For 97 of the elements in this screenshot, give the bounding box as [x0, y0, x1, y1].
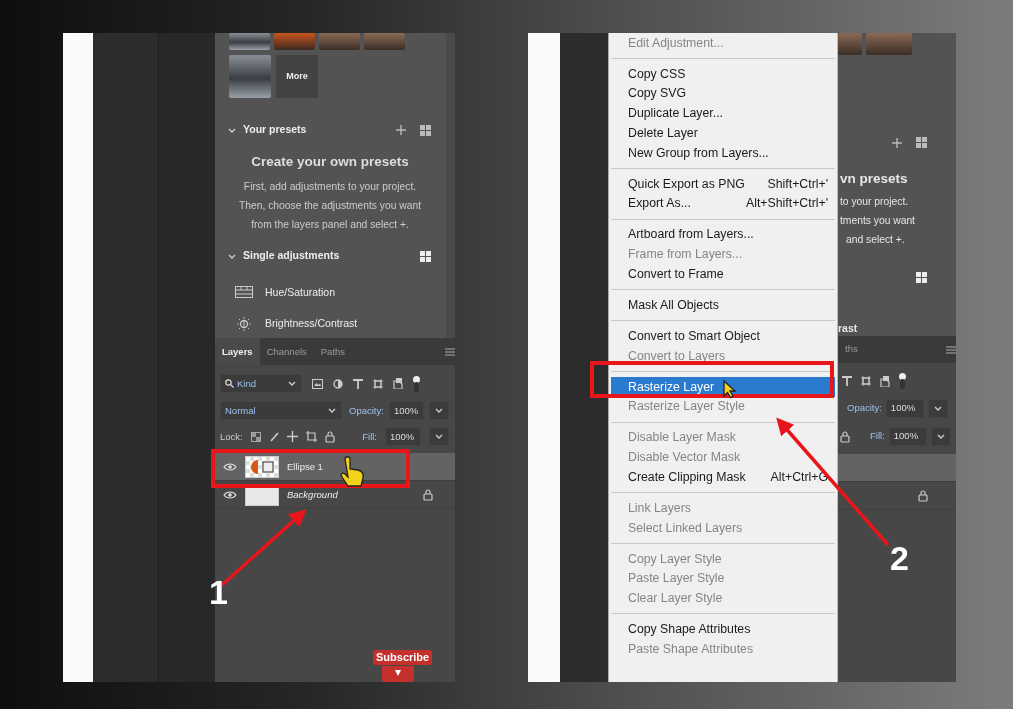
- grid-icon[interactable]: [916, 137, 927, 148]
- grid-icon[interactable]: [420, 124, 431, 136]
- photo-placeholder[interactable]: [866, 33, 912, 55]
- partial-text: tments you want: [839, 214, 916, 229]
- hue-saturation-icon: [235, 286, 253, 301]
- panel-tab[interactable]: Layers: [215, 338, 260, 366]
- eye-icon[interactable]: [223, 489, 237, 500]
- menu-item[interactable]: Create Clipping Mask Alt+Ctrl+G: [611, 467, 835, 487]
- layer-thumbnail: [245, 455, 279, 478]
- layer-name: Ellipse 1: [287, 459, 323, 474]
- type-icon[interactable]: [842, 376, 852, 386]
- transform-icon[interactable]: [373, 378, 383, 389]
- fill-label: Fill:: [870, 429, 885, 444]
- shortcut-label: Alt+Shift+Ctrl+': [746, 195, 828, 213]
- document-icon[interactable]: [880, 375, 890, 387]
- fill-field[interactable]: 100%: [888, 427, 927, 446]
- type-icon[interactable]: [353, 378, 363, 389]
- menu-icon[interactable]: [946, 345, 956, 354]
- menu-icon[interactable]: [445, 347, 455, 356]
- pointer-cursor-icon: [723, 379, 737, 399]
- fill-field[interactable]: 100%: [385, 427, 421, 447]
- photo-placeholder[interactable]: [229, 33, 270, 50]
- photo-placeholder[interactable]: [229, 55, 271, 98]
- description-text: from the layers panel and select +.: [250, 218, 410, 233]
- chevron-down-icon: [932, 404, 943, 413]
- partial-text: and select +.: [845, 233, 906, 248]
- crop-icon[interactable]: [305, 431, 317, 443]
- transform-icon[interactable]: [861, 376, 871, 386]
- hand-cursor-icon: [340, 456, 364, 487]
- plus-icon[interactable]: [892, 137, 902, 148]
- image-filter-icon[interactable]: [312, 378, 323, 389]
- plus-icon[interactable]: [396, 125, 406, 135]
- more-button[interactable]: More: [276, 55, 318, 98]
- menu-item[interactable]: Artboard from Layers...: [611, 224, 835, 245]
- opacity-field[interactable]: 100%: [388, 401, 424, 421]
- grid-icon[interactable]: [420, 250, 431, 262]
- move-icon[interactable]: [286, 431, 298, 443]
- dropdown-button[interactable]: [927, 399, 948, 418]
- menu-item[interactable]: Mask All Objects: [611, 295, 835, 315]
- menu-item[interactable]: Copy SVG: [611, 83, 835, 104]
- panel-tab[interactable]: Paths: [313, 338, 353, 366]
- menu-item[interactable]: Export As... Alt+Shift+Ctrl+': [611, 193, 835, 214]
- play-icon[interactable]: [382, 666, 414, 682]
- menu-item[interactable]: Convert to Smart Object: [611, 326, 835, 346]
- partial-heading: vn presets: [839, 170, 909, 188]
- menu-item[interactable]: Delete Layer: [611, 123, 835, 143]
- photo-placeholder[interactable]: [364, 33, 405, 50]
- partial-text: to your project.: [839, 195, 910, 210]
- shortcut-label: Alt+Ctrl+G: [770, 468, 828, 486]
- step-number: 1: [209, 575, 228, 609]
- dropdown-button[interactable]: [429, 427, 449, 447]
- blend-mode-dropdown[interactable]: Normal: [220, 401, 343, 421]
- section-title: Single adjustments: [243, 248, 340, 264]
- photo-placeholder[interactable]: [274, 33, 315, 50]
- lock-icon[interactable]: [423, 488, 433, 501]
- sun-icon: [235, 317, 253, 332]
- photo-placeholder[interactable]: [838, 33, 862, 55]
- subscribe-badge[interactable]: Subscribe: [373, 650, 433, 666]
- search-icon: [225, 379, 234, 389]
- opacity-label: Opacity:: [349, 403, 384, 418]
- layer-name: Background: [287, 487, 338, 502]
- layer-row[interactable]: Ellipse 1: [215, 453, 455, 482]
- menu-item[interactable]: Copy Shape Attributes: [611, 619, 835, 640]
- empty-state-heading: Create your own presets: [250, 153, 410, 171]
- adjustment-item[interactable]: Brightness/Contrast: [215, 314, 358, 335]
- section-title: Your presets: [243, 122, 307, 138]
- menu-item[interactable]: Copy CSS: [611, 64, 835, 84]
- opacity-field[interactable]: 100%: [885, 399, 924, 418]
- opacity-label: Opacity:: [847, 401, 882, 416]
- dropdown-button[interactable]: [429, 401, 449, 421]
- lock-icon[interactable]: [840, 430, 850, 443]
- fill-label: Fill:: [362, 429, 377, 444]
- description-text: First, add adjustments to your project.: [242, 180, 418, 195]
- lock-label: Lock:: [220, 429, 243, 444]
- description-text: Then, choose the adjustments you want: [238, 199, 422, 214]
- dropdown-button[interactable]: [930, 427, 951, 446]
- shortcut-label: Shift+Ctrl+': [767, 175, 828, 193]
- lock-icon[interactable]: [324, 430, 335, 443]
- half-circle-icon[interactable]: [333, 378, 343, 389]
- panel-tab[interactable]: Channels: [259, 338, 314, 366]
- filter-dropdown[interactable]: Kind: [220, 374, 302, 394]
- document-icon[interactable]: [393, 378, 403, 390]
- photo-placeholder[interactable]: [319, 33, 360, 50]
- checker-icon[interactable]: [250, 431, 261, 442]
- adjustment-item[interactable]: Hue/Saturation: [215, 283, 336, 304]
- menu-item[interactable]: Duplicate Layer...: [611, 103, 835, 124]
- toggle-icon[interactable]: [413, 375, 420, 392]
- lock-icon[interactable]: [918, 489, 928, 502]
- menu-item[interactable]: New Group from Layers...: [611, 143, 835, 163]
- menu-item[interactable]: Quick Export as PNG Shift+Ctrl+': [611, 174, 835, 194]
- chevron-down-icon: [935, 432, 946, 441]
- menu-item[interactable]: Convert to Frame: [611, 264, 835, 284]
- eye-icon[interactable]: [223, 461, 237, 472]
- grid-icon[interactable]: [916, 271, 927, 283]
- step-number: 2: [890, 541, 909, 575]
- brush-icon[interactable]: [268, 431, 279, 442]
- toggle-icon[interactable]: [899, 373, 906, 389]
